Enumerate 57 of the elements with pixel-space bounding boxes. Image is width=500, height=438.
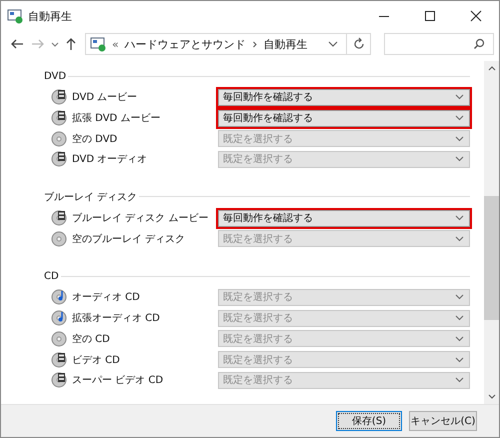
media-label: 拡張 DVD ムービー xyxy=(72,112,162,126)
media-label: 空の CD xyxy=(72,332,111,346)
media-label: ブルーレイ ディスク ムービー xyxy=(72,212,210,226)
disc-icon xyxy=(51,230,67,247)
scroll-down-icon[interactable] xyxy=(488,394,496,400)
search-icon xyxy=(473,38,485,50)
address-bar[interactable]: « ハードウェアとサウンド 自動再生 xyxy=(85,33,347,55)
scroll-up-icon[interactable] xyxy=(488,65,496,71)
media-label: DVD ムービー xyxy=(72,91,138,104)
dropdown-caret-icon xyxy=(455,336,464,342)
media-label: スーパー ビデオ CD xyxy=(72,374,164,388)
media-label: 空のブルーレイ ディスク xyxy=(72,232,186,246)
film-disc-icon xyxy=(51,372,67,388)
section-heading: DVD xyxy=(44,70,66,82)
dropdown-caret-icon xyxy=(455,356,464,363)
dropdown-caret-icon xyxy=(455,215,464,222)
dialog-button[interactable]: 保存(S) xyxy=(336,411,402,431)
dropdown[interactable]: 毎回動作を確認する xyxy=(218,210,470,227)
media-label: オーディオ CD xyxy=(72,291,141,304)
overflow-chevron[interactable]: « xyxy=(112,38,119,50)
dropdown-caret-icon xyxy=(455,94,464,100)
media-label: 空の DVD xyxy=(72,132,118,146)
music-disc-icon xyxy=(51,289,67,306)
section-heading: CD xyxy=(44,270,59,282)
film-disc-icon xyxy=(51,352,67,368)
refresh-icon xyxy=(352,37,366,51)
film-disc-icon xyxy=(51,89,67,106)
dropdown-caret-icon xyxy=(455,115,464,122)
disc-icon xyxy=(51,330,67,347)
scroll-thumb[interactable] xyxy=(484,196,499,320)
section-heading: ブルーレイ ディスク xyxy=(44,190,138,204)
search-field[interactable] xyxy=(384,33,494,55)
media-label: ビデオ CD xyxy=(72,354,121,367)
film-disc-icon xyxy=(51,151,67,168)
film-disc-icon xyxy=(51,210,67,226)
dropdown-caret-icon xyxy=(455,315,464,322)
breadcrumb[interactable]: 自動再生 xyxy=(264,36,308,52)
dropdown[interactable]: 毎回動作を確認する xyxy=(218,110,470,127)
film-disc-icon xyxy=(51,110,67,126)
dropdown-caret-icon xyxy=(455,156,464,162)
app-icon xyxy=(7,8,23,24)
music-disc-icon xyxy=(51,310,67,326)
breadcrumb[interactable]: ハードウェアとサウンド xyxy=(124,36,246,52)
dialog-button[interactable]: キャンセル(C) xyxy=(409,411,477,431)
media-label: DVD オーディオ xyxy=(72,153,148,166)
app-icon xyxy=(90,36,106,52)
dropdown-caret-icon xyxy=(455,236,464,242)
window-title: 自動再生 xyxy=(28,8,73,24)
dropdown-caret-icon xyxy=(455,294,464,300)
scrollbar[interactable] xyxy=(484,61,499,404)
media-label: 拡張オーディオ CD xyxy=(72,312,161,326)
up-arrow-icon[interactable] xyxy=(64,36,78,52)
refresh-button[interactable] xyxy=(347,33,371,55)
dropdown-caret-icon xyxy=(455,377,464,384)
dropdown-caret-icon xyxy=(455,136,464,142)
disc-icon xyxy=(51,130,67,147)
dropdown[interactable]: 毎回動作を確認する xyxy=(218,88,470,106)
